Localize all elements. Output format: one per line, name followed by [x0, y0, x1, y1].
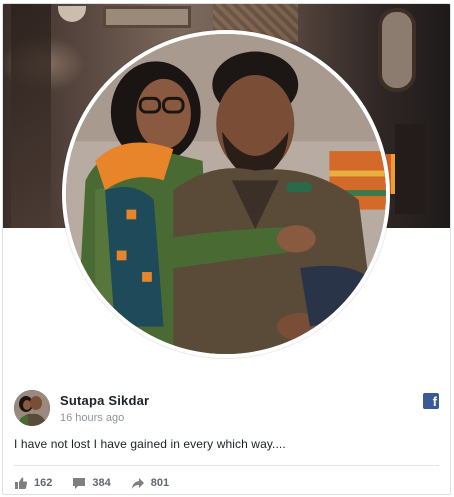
- facebook-icon[interactable]: f: [423, 393, 439, 409]
- shares-stat[interactable]: 801: [131, 476, 169, 490]
- divider: [14, 465, 439, 466]
- facebook-post-card: Sutapa Sikdar 16 hours ago f I have not …: [2, 3, 451, 495]
- post-header: Sutapa Sikdar 16 hours ago f: [14, 388, 439, 428]
- thumbs-up-icon: [15, 477, 28, 489]
- engagement-stats: 162 384 801: [14, 475, 189, 491]
- cover-decor: [378, 8, 416, 92]
- cover-decor: [395, 124, 425, 214]
- likes-count: 162: [34, 477, 53, 489]
- profile-picture[interactable]: [62, 30, 390, 358]
- post-text: I have not lost I have gained in every w…: [14, 437, 286, 451]
- post-timestamp[interactable]: 16 hours ago: [60, 412, 124, 424]
- comments-count: 384: [92, 477, 111, 489]
- share-arrow-icon: [131, 478, 144, 489]
- cover-decor: [103, 6, 191, 28]
- cover-decor: [11, 4, 51, 228]
- author-name[interactable]: Sutapa Sikdar: [60, 393, 149, 408]
- comment-icon: [73, 478, 86, 489]
- cover-decor: [58, 6, 86, 22]
- likes-stat[interactable]: 162: [14, 476, 52, 490]
- comments-stat[interactable]: 384: [72, 476, 111, 490]
- avatar[interactable]: [14, 390, 50, 426]
- shares-count: 801: [150, 477, 170, 489]
